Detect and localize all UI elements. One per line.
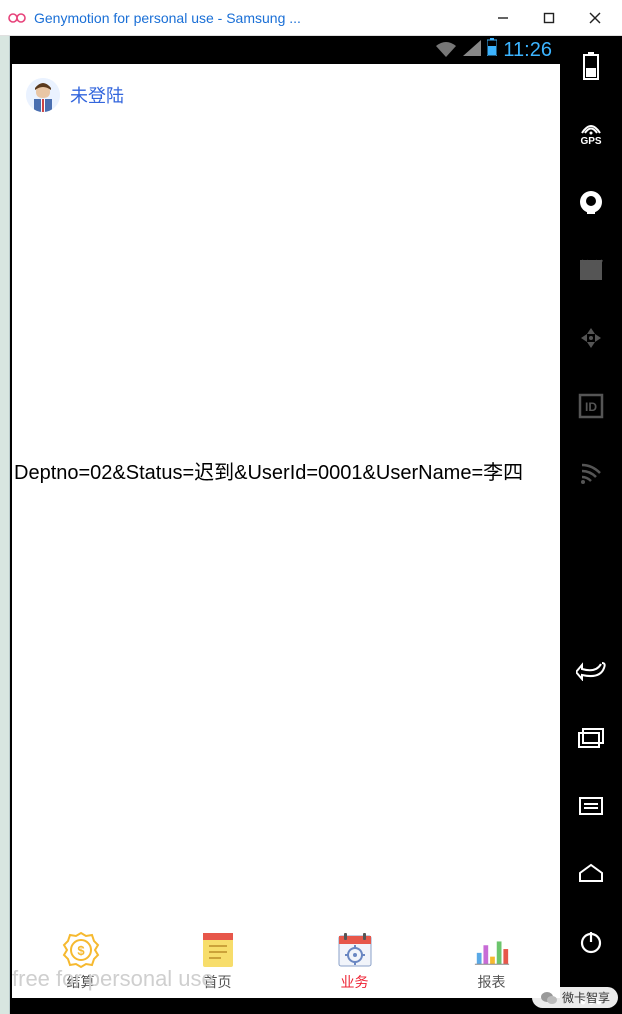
- emulator-screen: 11:26: [12, 36, 560, 998]
- nav-label: 首页: [204, 972, 232, 992]
- power-button[interactable]: [571, 922, 611, 962]
- android-status-bar: 11:26: [12, 36, 560, 64]
- wechat-badge: 微卡智享: [532, 987, 618, 1008]
- home-button[interactable]: [571, 854, 611, 894]
- left-gutter: [0, 36, 10, 1014]
- cell-signal-icon: [463, 39, 481, 62]
- window-titlebar: Genymotion for personal use - Samsung ..…: [0, 0, 622, 36]
- nav-item-settlement[interactable]: $ 结算: [62, 931, 100, 992]
- nav-label: 报表: [478, 972, 506, 992]
- identifier-button[interactable]: ID: [571, 386, 611, 426]
- remote-button[interactable]: [571, 318, 611, 358]
- wifi-icon: [435, 42, 457, 58]
- user-label: 未登陆: [70, 82, 124, 108]
- minimize-button[interactable]: [480, 0, 526, 36]
- watermark-text: free for personal use: [12, 966, 214, 992]
- genymotion-toolbar: GPS ID: [560, 36, 622, 1014]
- svg-text:$: $: [77, 943, 85, 958]
- nav-label: 业务: [341, 972, 369, 992]
- battery-icon: [487, 38, 497, 62]
- wechat-label: 微卡智享: [562, 989, 610, 1006]
- debug-text: Deptno=02&Status=迟到&UserId=0001&UserName…: [12, 456, 560, 485]
- menu-button[interactable]: [571, 786, 611, 826]
- wechat-icon: [540, 990, 558, 1006]
- workspace: 11:26: [0, 36, 622, 1014]
- screencast-button[interactable]: [571, 250, 611, 290]
- app-body: 未登陆 Deptno=02&Status=迟到&UserId=0001&User…: [12, 64, 560, 998]
- window-controls: [480, 0, 618, 36]
- bottom-nav: free for personal use $ 结算 首页: [12, 924, 560, 998]
- book-icon: [199, 931, 237, 969]
- nav-item-home[interactable]: 首页: [199, 931, 237, 992]
- user-info-row[interactable]: 未登陆: [12, 64, 560, 116]
- gps-button[interactable]: GPS: [571, 114, 611, 154]
- coin-icon: $: [62, 931, 100, 969]
- avatar-icon: [26, 78, 60, 112]
- back-button[interactable]: [571, 650, 611, 690]
- close-button[interactable]: [572, 0, 618, 36]
- recent-apps-button[interactable]: [571, 718, 611, 758]
- nav-item-report[interactable]: 报表: [473, 931, 511, 992]
- calendar-icon: [336, 931, 374, 969]
- emulator-wrap: 11:26: [10, 36, 622, 1014]
- maximize-button[interactable]: [526, 0, 572, 36]
- window-title: Genymotion for personal use - Samsung ..…: [32, 10, 480, 26]
- genymotion-logo-icon: [4, 11, 32, 25]
- status-clock: 11:26: [503, 39, 552, 62]
- nav-item-business[interactable]: 业务: [336, 931, 374, 992]
- gps-label: GPS: [580, 137, 601, 147]
- camera-button[interactable]: [571, 182, 611, 222]
- battery-widget-icon[interactable]: [571, 46, 611, 86]
- nav-label: 结算: [67, 972, 95, 992]
- svg-text:ID: ID: [585, 400, 597, 414]
- chart-icon: [473, 931, 511, 969]
- emulator-frame: 11:26: [10, 36, 622, 1014]
- network-button[interactable]: [571, 454, 611, 494]
